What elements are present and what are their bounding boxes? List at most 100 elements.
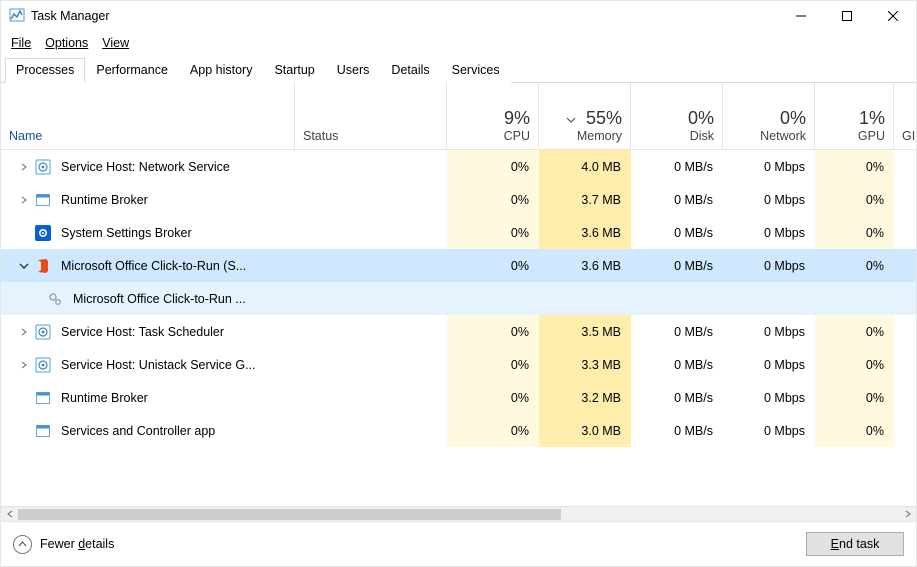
process-name: Microsoft Office Click-to-Run ... [73, 292, 246, 306]
cpu-cell [447, 282, 539, 315]
col-name[interactable]: Name [1, 83, 295, 149]
process-name: Service Host: Unistack Service G... [61, 358, 256, 372]
mem-cell: 3.2 MB [539, 381, 631, 414]
cpu-cell: 0% [447, 216, 539, 249]
name-cell[interactable]: Microsoft Office Click-to-Run ... [1, 282, 295, 315]
process-name: Service Host: Network Service [61, 160, 230, 174]
menu-view[interactable]: View [102, 36, 129, 50]
tab-performance[interactable]: Performance [85, 58, 179, 83]
process-name: Service Host: Task Scheduler [61, 325, 224, 339]
end-task-button[interactable]: End task [806, 532, 904, 556]
app-window-icon [35, 390, 51, 406]
process-row[interactable]: Services and Controller app0%3.0 MB0 MB/… [1, 414, 916, 447]
gpu-cell: 0% [815, 381, 894, 414]
name-cell[interactable]: System Settings Broker [1, 216, 295, 249]
name-cell[interactable]: Services and Controller app [1, 414, 295, 447]
status-cell [295, 381, 447, 414]
cpu-cell: 0% [447, 315, 539, 348]
gpu-cell [815, 282, 894, 315]
menu-file[interactable]: File [11, 36, 31, 50]
disk-cell: 0 MB/s [631, 315, 723, 348]
name-cell[interactable]: Microsoft Office Click-to-Run (S... [1, 249, 295, 282]
status-cell [295, 216, 447, 249]
cpu-cell: 0% [447, 249, 539, 282]
h-scrollbar[interactable] [1, 506, 916, 521]
fewer-details-text: Fewer details [40, 537, 114, 551]
tab-services[interactable]: Services [441, 58, 511, 83]
gpu-cell: 0% [815, 249, 894, 282]
rows-viewport[interactable]: Service Host: Network Service0%4.0 MB0 M… [1, 150, 916, 506]
tab-startup[interactable]: Startup [263, 58, 325, 83]
process-row[interactable]: Service Host: Task Scheduler0%3.5 MB0 MB… [1, 315, 916, 348]
process-child-row[interactable]: Microsoft Office Click-to-Run ... [1, 282, 916, 315]
gear-blue-icon [35, 357, 51, 373]
process-row[interactable]: Microsoft Office Click-to-Run (S...0%3.6… [1, 249, 916, 282]
column-headers: Name Status 9% CPU 55% Memory 0% Disk [1, 83, 916, 150]
gpu-cell: 0% [815, 216, 894, 249]
net-cell: 0 Mbps [723, 348, 815, 381]
gpu-engine-cell-partial [894, 315, 916, 348]
net-cell: 0 Mbps [723, 249, 815, 282]
cpu-cell: 0% [447, 348, 539, 381]
gear-solid-icon [35, 225, 51, 241]
process-name: Services and Controller app [61, 424, 215, 438]
status-cell [295, 183, 447, 216]
process-row[interactable]: Runtime Broker0%3.7 MB0 MB/s0 Mbps0% [1, 183, 916, 216]
disk-cell: 0 MB/s [631, 216, 723, 249]
tab-processes[interactable]: Processes [5, 58, 85, 83]
col-cpu[interactable]: 9% CPU [447, 83, 539, 149]
col-gpu[interactable]: 1% GPU [815, 83, 894, 149]
close-button[interactable] [870, 1, 916, 31]
gpu-engine-cell-partial [894, 381, 916, 414]
process-row[interactable]: Service Host: Network Service0%4.0 MB0 M… [1, 150, 916, 183]
col-memory[interactable]: 55% Memory [539, 83, 631, 149]
chevron-down-icon[interactable] [17, 259, 31, 273]
scroll-right-icon[interactable] [899, 507, 916, 522]
name-cell[interactable]: Service Host: Unistack Service G... [1, 348, 295, 381]
tab-users[interactable]: Users [326, 58, 381, 83]
gears-gray-icon [47, 291, 63, 307]
minimize-button[interactable] [778, 1, 824, 31]
name-cell[interactable]: Service Host: Task Scheduler [1, 315, 295, 348]
tab-app-history[interactable]: App history [179, 58, 264, 83]
gpu-engine-cell-partial [894, 282, 916, 315]
scroll-left-icon[interactable] [1, 507, 18, 522]
status-cell [295, 249, 447, 282]
net-cell: 0 Mbps [723, 381, 815, 414]
app-window-icon [35, 192, 51, 208]
name-cell[interactable]: Runtime Broker [1, 381, 295, 414]
process-name: System Settings Broker [61, 226, 192, 240]
process-row[interactable]: System Settings Broker0%3.6 MB0 MB/s0 Mb… [1, 216, 916, 249]
chevron-right-icon[interactable] [17, 160, 31, 174]
h-scroll-thumb[interactable] [18, 509, 561, 520]
gpu-cell: 0% [815, 414, 894, 447]
name-cell[interactable]: Service Host: Network Service [1, 150, 295, 183]
gpu-engine-cell-partial [894, 183, 916, 216]
status-cell [295, 414, 447, 447]
disk-cell [631, 282, 723, 315]
net-cell: 0 Mbps [723, 216, 815, 249]
net-cell: 0 Mbps [723, 414, 815, 447]
status-cell [295, 315, 447, 348]
tab-details[interactable]: Details [380, 58, 440, 83]
task-manager-window: Task Manager File Options View Processes… [0, 0, 917, 567]
chevron-right-icon[interactable] [17, 358, 31, 372]
gear-blue-icon [35, 324, 51, 340]
tab-strip: Processes Performance App history Startu… [1, 55, 916, 83]
menu-options[interactable]: Options [45, 36, 88, 50]
chevron-right-icon[interactable] [17, 193, 31, 207]
footer: Fewer details End task [1, 521, 916, 566]
col-network[interactable]: 0% Network [723, 83, 815, 149]
gpu-cell: 0% [815, 183, 894, 216]
process-row[interactable]: Service Host: Unistack Service G...0%3.3… [1, 348, 916, 381]
net-cell [723, 282, 815, 315]
fewer-details-button[interactable]: Fewer details [13, 535, 114, 554]
col-disk[interactable]: 0% Disk [631, 83, 723, 149]
chevron-right-icon[interactable] [17, 325, 31, 339]
col-gpu-engine-partial[interactable]: GI [894, 83, 916, 149]
process-row[interactable]: Runtime Broker0%3.2 MB0 MB/s0 Mbps0% [1, 381, 916, 414]
maximize-button[interactable] [824, 1, 870, 31]
mem-cell: 4.0 MB [539, 150, 631, 183]
name-cell[interactable]: Runtime Broker [1, 183, 295, 216]
col-status[interactable]: Status [295, 83, 447, 149]
